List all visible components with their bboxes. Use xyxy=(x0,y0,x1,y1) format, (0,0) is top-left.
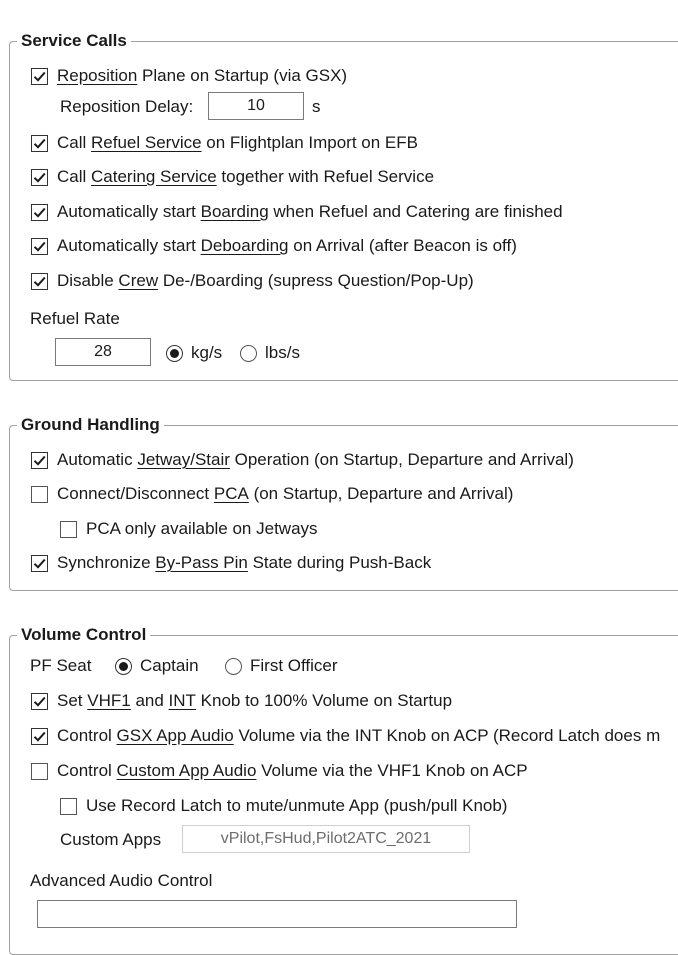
advanced-audio-label: Advanced Audio Control xyxy=(30,871,213,890)
reposition-link[interactable]: Reposition xyxy=(57,66,137,86)
record-latch-label: Use Record Latch to mute/unmute App (pus… xyxy=(86,796,508,815)
radio-unselected-icon[interactable] xyxy=(240,344,257,362)
bypass-text: State during Push-Back xyxy=(247,553,432,572)
bypass-text-pre: Synchronize xyxy=(57,553,156,572)
checkbox-checked-icon[interactable] xyxy=(31,203,48,221)
first-officer-label: First Officer xyxy=(250,656,338,675)
record-latch-checkbox-row[interactable]: Use Record Latch to mute/unmute App (pus… xyxy=(60,794,507,818)
ground-handling-title: Ground Handling xyxy=(17,414,164,436)
service-calls-group: Service Calls Reposition Plane on Startu… xyxy=(9,30,678,381)
vhf1-text-mid: and xyxy=(130,691,169,710)
checkbox-checked-icon[interactable] xyxy=(31,272,48,290)
bypass-pin-link[interactable]: By-Pass Pin xyxy=(155,553,248,573)
pca-text: (on Startup, Departure and Arrival) xyxy=(248,484,514,503)
refuel-rate-label: Refuel Rate xyxy=(30,309,120,328)
int-link[interactable]: INT xyxy=(169,691,196,711)
catering-text-pre: Call xyxy=(57,167,92,186)
jetway-checkbox-row[interactable]: Automatic Jetway/Stair Operation (on Sta… xyxy=(31,448,574,472)
deboarding-text-pre: Automatically start xyxy=(57,236,201,255)
radio-unselected-icon[interactable] xyxy=(225,657,242,675)
gsx-audio-checkbox-row[interactable]: Control GSX App Audio Volume via the INT… xyxy=(31,724,660,748)
volume-control-group: Volume Control PF Seat Captain First Off… xyxy=(9,624,678,955)
custom-app-audio-link[interactable]: Custom App Audio xyxy=(117,761,257,781)
pca-checkbox-row[interactable]: Connect/Disconnect PCA (on Startup, Depa… xyxy=(31,482,513,506)
boarding-text-pre: Automatically start xyxy=(57,202,201,221)
vhf1-checkbox-row[interactable]: Set VHF1 and INT Knob to 100% Volume on … xyxy=(31,689,452,713)
checkbox-unchecked-icon[interactable] xyxy=(31,485,48,503)
reposition-delay-input[interactable]: 10 xyxy=(208,92,304,120)
radio-selected-icon[interactable] xyxy=(115,657,132,675)
ground-handling-group: Ground Handling Automatic Jetway/Stair O… xyxy=(9,414,678,591)
vhf1-link[interactable]: VHF1 xyxy=(87,691,130,711)
checkbox-checked-icon[interactable] xyxy=(31,168,48,186)
checkbox-checked-icon[interactable] xyxy=(31,134,48,152)
gsx-audio-text: Volume via the INT Knob on ACP (Record L… xyxy=(233,726,661,745)
service-calls-title: Service Calls xyxy=(17,30,131,52)
deboarding-link[interactable]: Deboarding xyxy=(201,236,289,256)
advanced-audio-input[interactable] xyxy=(37,900,517,928)
pca-jetways-checkbox-row[interactable]: PCA only available on Jetways xyxy=(60,517,318,541)
pca-jetways-label: PCA only available on Jetways xyxy=(86,519,318,538)
catering-service-link[interactable]: Catering Service xyxy=(91,167,217,187)
bypass-checkbox-row[interactable]: Synchronize By-Pass Pin State during Pus… xyxy=(31,551,431,575)
gsx-audio-text-pre: Control xyxy=(57,726,117,745)
checkbox-checked-icon[interactable] xyxy=(31,692,48,710)
deboarding-text: on Arrival (after Beacon is off) xyxy=(288,236,517,255)
custom-audio-text: Volume via the VHF1 Knob on ACP xyxy=(256,761,528,780)
crew-checkbox-row[interactable]: Disable Crew De-/Boarding (supress Quest… xyxy=(31,269,474,293)
boarding-link[interactable]: Boarding xyxy=(201,202,269,222)
crew-link[interactable]: Crew xyxy=(118,271,158,291)
checkbox-checked-icon[interactable] xyxy=(31,451,48,469)
gsx-app-audio-link[interactable]: GSX App Audio xyxy=(117,726,234,746)
unit-kg-radio[interactable]: kg/s xyxy=(166,341,222,365)
boarding-text: when Refuel and Catering are finished xyxy=(268,202,563,221)
reposition-delay-unit: s xyxy=(312,97,321,116)
reposition-checkbox-row[interactable]: Reposition Plane on Startup (via GSX) xyxy=(31,64,347,88)
checkbox-checked-icon[interactable] xyxy=(31,554,48,572)
deboarding-checkbox-row[interactable]: Automatically start Deboarding on Arriva… xyxy=(31,234,517,258)
unit-lbs-radio[interactable]: lbs/s xyxy=(240,341,300,365)
first-officer-radio[interactable]: First Officer xyxy=(225,654,338,678)
vhf1-text-pre: Set xyxy=(57,691,88,710)
crew-text: De-/Boarding (supress Question/Pop-Up) xyxy=(158,271,474,290)
checkbox-unchecked-icon[interactable] xyxy=(60,797,77,815)
pca-text-pre: Connect/Disconnect xyxy=(57,484,214,503)
reposition-delay-label: Reposition Delay: xyxy=(60,97,194,116)
custom-audio-text-pre: Control xyxy=(57,761,117,780)
vhf1-text: Knob to 100% Volume on Startup xyxy=(195,691,453,710)
refuel-text-pre: Call xyxy=(57,133,92,152)
refuel-checkbox-row[interactable]: Call Refuel Service on Flightplan Import… xyxy=(31,131,418,155)
refuel-service-link[interactable]: Refuel Service xyxy=(91,133,202,153)
refuel-rate-input[interactable]: 28 xyxy=(55,338,151,366)
jetway-text: Operation (on Startup, Departure and Arr… xyxy=(229,450,574,469)
checkbox-checked-icon[interactable] xyxy=(31,67,48,85)
captain-label: Captain xyxy=(140,656,199,675)
jetway-text-pre: Automatic xyxy=(57,450,138,469)
crew-text-pre: Disable xyxy=(57,271,119,290)
refuel-text: on Flightplan Import on EFB xyxy=(201,133,418,152)
boarding-checkbox-row[interactable]: Automatically start Boarding when Refuel… xyxy=(31,200,563,224)
checkbox-checked-icon[interactable] xyxy=(31,237,48,255)
catering-text: together with Refuel Service xyxy=(216,167,435,186)
catering-checkbox-row[interactable]: Call Catering Service together with Refu… xyxy=(31,165,434,189)
reposition-text: Plane on Startup (via GSX) xyxy=(137,66,348,85)
radio-selected-icon[interactable] xyxy=(166,344,183,362)
jetway-stair-link[interactable]: Jetway/Stair xyxy=(137,450,230,470)
custom-apps-label: Custom Apps xyxy=(60,830,162,849)
unit-lbs-label: lbs/s xyxy=(265,343,300,362)
pf-seat-label: PF Seat xyxy=(30,656,92,675)
pca-link[interactable]: PCA xyxy=(214,484,249,504)
checkbox-checked-icon[interactable] xyxy=(31,727,48,745)
unit-kg-label: kg/s xyxy=(191,343,223,362)
volume-control-title: Volume Control xyxy=(17,624,151,646)
custom-audio-checkbox-row[interactable]: Control Custom App Audio Volume via the … xyxy=(31,759,528,783)
custom-apps-input[interactable]: vPilot,FsHud,Pilot2ATC_2021 xyxy=(182,825,470,853)
checkbox-unchecked-icon[interactable] xyxy=(60,520,77,538)
checkbox-unchecked-icon[interactable] xyxy=(31,762,48,780)
captain-radio[interactable]: Captain xyxy=(115,654,199,678)
